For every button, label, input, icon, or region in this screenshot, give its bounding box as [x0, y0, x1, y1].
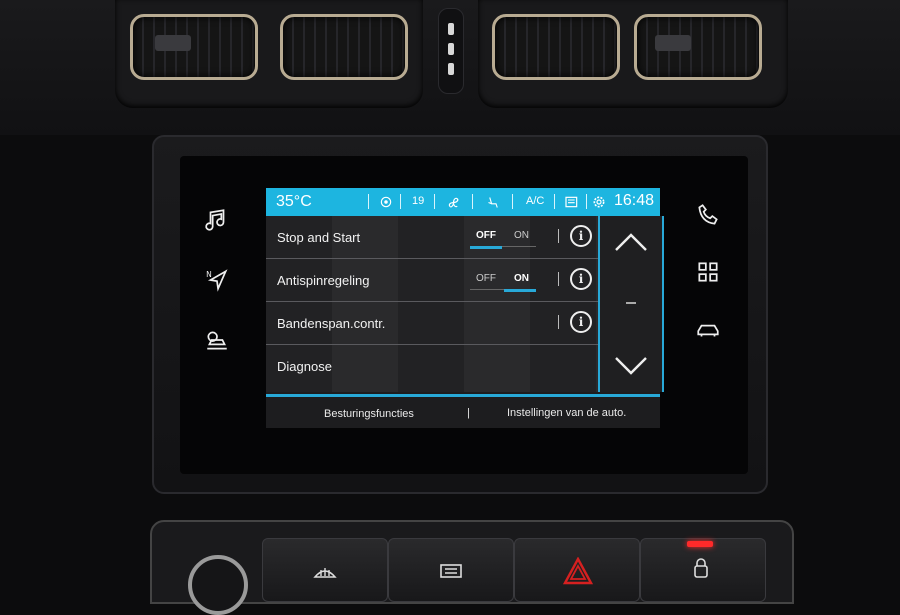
outside-temperature: 35°C — [276, 193, 312, 210]
info-icon[interactable]: i — [570, 268, 592, 290]
row-label: Bandenspan.contr. — [277, 316, 386, 331]
lock-icon — [693, 557, 709, 584]
seat-airflow-icon[interactable] — [486, 195, 501, 210]
row-label: Antispinregeling — [277, 273, 370, 288]
rear-defrost-button[interactable] — [388, 538, 514, 602]
radio-frequency: 19 — [412, 195, 425, 207]
scroll-panel — [598, 216, 664, 392]
hazard-slot — [438, 8, 464, 94]
radio-signal-icon — [379, 195, 393, 209]
list-item[interactable]: Stop and Start OFF ON i — [266, 216, 598, 259]
breadcrumb-parent[interactable]: Besturingsfuncties — [324, 408, 414, 420]
music-icon — [204, 207, 230, 238]
breadcrumb: Besturingsfuncties | Instellingen van de… — [266, 398, 660, 428]
infotainment-screen: 35°C 19 A/C 16:48 Stop and Start OFF ON … — [266, 188, 664, 428]
car-button[interactable] — [688, 312, 728, 352]
info-icon[interactable]: i — [570, 225, 592, 247]
hazard-button[interactable] — [514, 538, 640, 602]
toggle-on-option[interactable]: ON — [514, 230, 529, 241]
air-vent-3 — [492, 14, 620, 80]
svg-text:N: N — [206, 269, 212, 278]
footer-divider — [266, 394, 660, 397]
chevron-up-icon[interactable] — [613, 230, 649, 259]
air-vent-4 — [634, 14, 762, 80]
car-icon — [695, 317, 721, 348]
air-vent-2 — [280, 14, 408, 80]
navigation-button[interactable]: N — [197, 262, 237, 302]
navigation-icon: N — [204, 267, 230, 298]
settings-list: Stop and Start OFF ON i Antispinregeling… — [266, 216, 598, 392]
fan-icon[interactable] — [446, 195, 461, 210]
front-defrost-icon — [313, 563, 337, 586]
breadcrumb-separator: | — [467, 407, 470, 419]
front-defrost-button[interactable] — [262, 538, 388, 602]
apps-grid-icon — [695, 259, 721, 290]
status-bar: 35°C 19 A/C 16:48 — [266, 188, 660, 216]
vehicle-settings-button[interactable] — [197, 322, 237, 362]
apps-button[interactable] — [688, 254, 728, 294]
phone-icon — [695, 202, 721, 233]
gear-icon[interactable] — [591, 194, 607, 210]
music-button[interactable] — [197, 202, 237, 242]
info-icon[interactable]: i — [570, 311, 592, 333]
breadcrumb-current: Instellingen van de auto. — [507, 407, 627, 419]
chevron-down-icon[interactable] — [613, 354, 649, 383]
media-source-icon[interactable] — [564, 194, 580, 210]
phone-button[interactable] — [688, 197, 728, 237]
air-vent-1 — [130, 14, 258, 80]
settings-car-icon — [204, 327, 230, 358]
list-item[interactable]: Diagnose — [266, 345, 598, 387]
volume-knob[interactable] — [188, 555, 248, 615]
list-item[interactable]: Bandenspan.contr. i — [266, 302, 598, 345]
hazard-icon — [562, 556, 594, 590]
antispin-toggle[interactable]: OFF ON — [470, 271, 536, 293]
lock-led — [687, 541, 713, 547]
central-lock-button[interactable] — [640, 538, 766, 602]
rear-defrost-icon — [439, 563, 463, 586]
toggle-off-option[interactable]: OFF — [476, 230, 496, 241]
list-item[interactable]: Antispinregeling OFF ON i — [266, 259, 598, 302]
row-label: Diagnose — [277, 359, 332, 374]
clock: 16:48 — [613, 192, 654, 209]
row-label: Stop and Start — [277, 230, 361, 245]
ac-indicator[interactable]: A/C — [526, 195, 544, 207]
scroll-indicator — [626, 302, 636, 304]
toggle-off-option[interactable]: OFF — [476, 273, 496, 284]
stop-start-toggle[interactable]: OFF ON — [470, 228, 536, 250]
toggle-on-option[interactable]: ON — [514, 273, 529, 284]
